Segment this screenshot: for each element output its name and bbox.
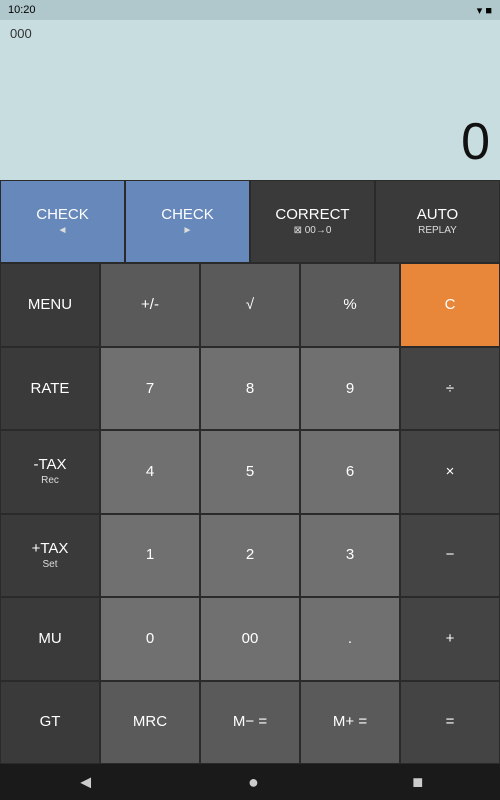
equals-button[interactable]: = — [400, 681, 500, 764]
check-back-label: CHECK — [36, 206, 89, 224]
clear-button[interactable]: C — [400, 263, 500, 346]
tax-plus-sublabel: Set — [42, 559, 57, 571]
two-label: 2 — [246, 546, 254, 564]
check-back-button[interactable]: CHECK◄ — [0, 180, 125, 263]
double-zero-button[interactable]: 00 — [200, 597, 300, 680]
mrc-label: MRC — [133, 713, 167, 731]
three-label: 3 — [346, 546, 354, 564]
decimal-label: . — [348, 630, 352, 648]
double-zero-label: 00 — [242, 630, 259, 648]
correct-sublabel: ⊠ 00→0 — [294, 225, 332, 237]
m-minus-label: M− = — [233, 713, 267, 731]
tape-display: 000 — [10, 26, 490, 41]
display-area: 000 0 — [0, 20, 500, 180]
multiply-button[interactable]: × — [400, 430, 500, 513]
plus-minus-button[interactable]: +/- — [100, 263, 200, 346]
button-row-1: MENU +/- √% C — [0, 263, 500, 346]
button-row-5: MU000.+ — [0, 597, 500, 680]
percent-label: % — [343, 296, 356, 314]
decimal-button[interactable]: . — [300, 597, 400, 680]
navigation-bar: ◄ ● ■ — [0, 764, 500, 800]
mrc-button[interactable]: MRC — [100, 681, 200, 764]
percent-button[interactable]: % — [300, 263, 400, 346]
correct-label: CORRECT — [275, 206, 349, 224]
rate-button[interactable]: RATE — [0, 347, 100, 430]
m-plus-button[interactable]: M+ = — [300, 681, 400, 764]
check-back-sublabel: ◄ — [58, 225, 68, 237]
calculator-body: CHECK◄CHECK►CORRECT⊠ 00→0AUTOREPLAYMENU+… — [0, 180, 500, 764]
nine-button[interactable]: 9 — [300, 347, 400, 430]
mu-label: MU — [38, 630, 61, 648]
tax-plus-label: +TAX — [32, 540, 69, 558]
one-button[interactable]: 1 — [100, 514, 200, 597]
tax-minus-label: -TAX — [33, 456, 66, 474]
menu-label: MENU — [28, 296, 72, 314]
auto-replay-label: AUTO — [417, 206, 458, 224]
gt-label: GT — [40, 713, 61, 731]
five-button[interactable]: 5 — [200, 430, 300, 513]
subtract-button[interactable]: − — [400, 514, 500, 597]
mu-button[interactable]: MU — [0, 597, 100, 680]
button-row-3: -TAXRec 4 5 6 × — [0, 430, 500, 513]
five-label: 5 — [246, 463, 254, 481]
divide-label: ÷ — [446, 380, 454, 398]
one-label: 1 — [146, 546, 154, 564]
button-row-4: +TAXSet 1 2 3 − — [0, 514, 500, 597]
rate-label: RATE — [31, 380, 70, 398]
three-button[interactable]: 3 — [300, 514, 400, 597]
check-forward-button[interactable]: CHECK► — [125, 180, 250, 263]
nine-label: 9 — [346, 380, 354, 398]
tax-minus-sublabel: Rec — [41, 475, 59, 487]
m-minus-button[interactable]: M− = — [200, 681, 300, 764]
menu-button[interactable]: MENU — [0, 263, 100, 346]
add-label: + — [446, 630, 455, 648]
multiply-label: × — [446, 463, 455, 481]
seven-button[interactable]: 7 — [100, 347, 200, 430]
sqrt-button[interactable]: √ — [200, 263, 300, 346]
subtract-label: − — [446, 546, 455, 564]
status-bar: 10:20 ▾ ■ — [0, 0, 500, 20]
m-plus-label: M+ = — [333, 713, 367, 731]
zero-label: 0 — [146, 630, 154, 648]
four-label: 4 — [146, 463, 154, 481]
correct-button[interactable]: CORRECT⊠ 00→0 — [250, 180, 375, 263]
six-button[interactable]: 6 — [300, 430, 400, 513]
four-button[interactable]: 4 — [100, 430, 200, 513]
button-row-0: CHECK◄CHECK►CORRECT⊠ 00→0AUTOREPLAY — [0, 180, 500, 263]
plus-minus-label: +/- — [141, 296, 159, 314]
zero-button[interactable]: 0 — [100, 597, 200, 680]
status-icons: ▾ ■ — [477, 4, 492, 17]
status-time: 10:20 — [8, 4, 36, 16]
nav-home-icon[interactable]: ● — [248, 772, 259, 793]
gt-button[interactable]: GT — [0, 681, 100, 764]
seven-label: 7 — [146, 380, 154, 398]
tax-minus-button[interactable]: -TAXRec — [0, 430, 100, 513]
equals-label: = — [446, 713, 455, 731]
clear-label: C — [445, 296, 456, 314]
sqrt-label: √ — [246, 296, 254, 314]
main-display: 0 — [461, 112, 490, 172]
eight-label: 8 — [246, 380, 254, 398]
check-forward-label: CHECK — [161, 206, 214, 224]
nav-recent-icon[interactable]: ■ — [412, 772, 423, 793]
auto-replay-sublabel: REPLAY — [418, 225, 457, 237]
add-button[interactable]: + — [400, 597, 500, 680]
button-row-6: GT MRC M− = M+ = = — [0, 681, 500, 764]
two-button[interactable]: 2 — [200, 514, 300, 597]
eight-button[interactable]: 8 — [200, 347, 300, 430]
check-forward-sublabel: ► — [183, 225, 193, 237]
divide-button[interactable]: ÷ — [400, 347, 500, 430]
auto-replay-button[interactable]: AUTOREPLAY — [375, 180, 500, 263]
six-label: 6 — [346, 463, 354, 481]
tax-plus-button[interactable]: +TAXSet — [0, 514, 100, 597]
nav-back-icon[interactable]: ◄ — [77, 772, 95, 793]
button-row-2: RATE 7 8 9 ÷ — [0, 347, 500, 430]
